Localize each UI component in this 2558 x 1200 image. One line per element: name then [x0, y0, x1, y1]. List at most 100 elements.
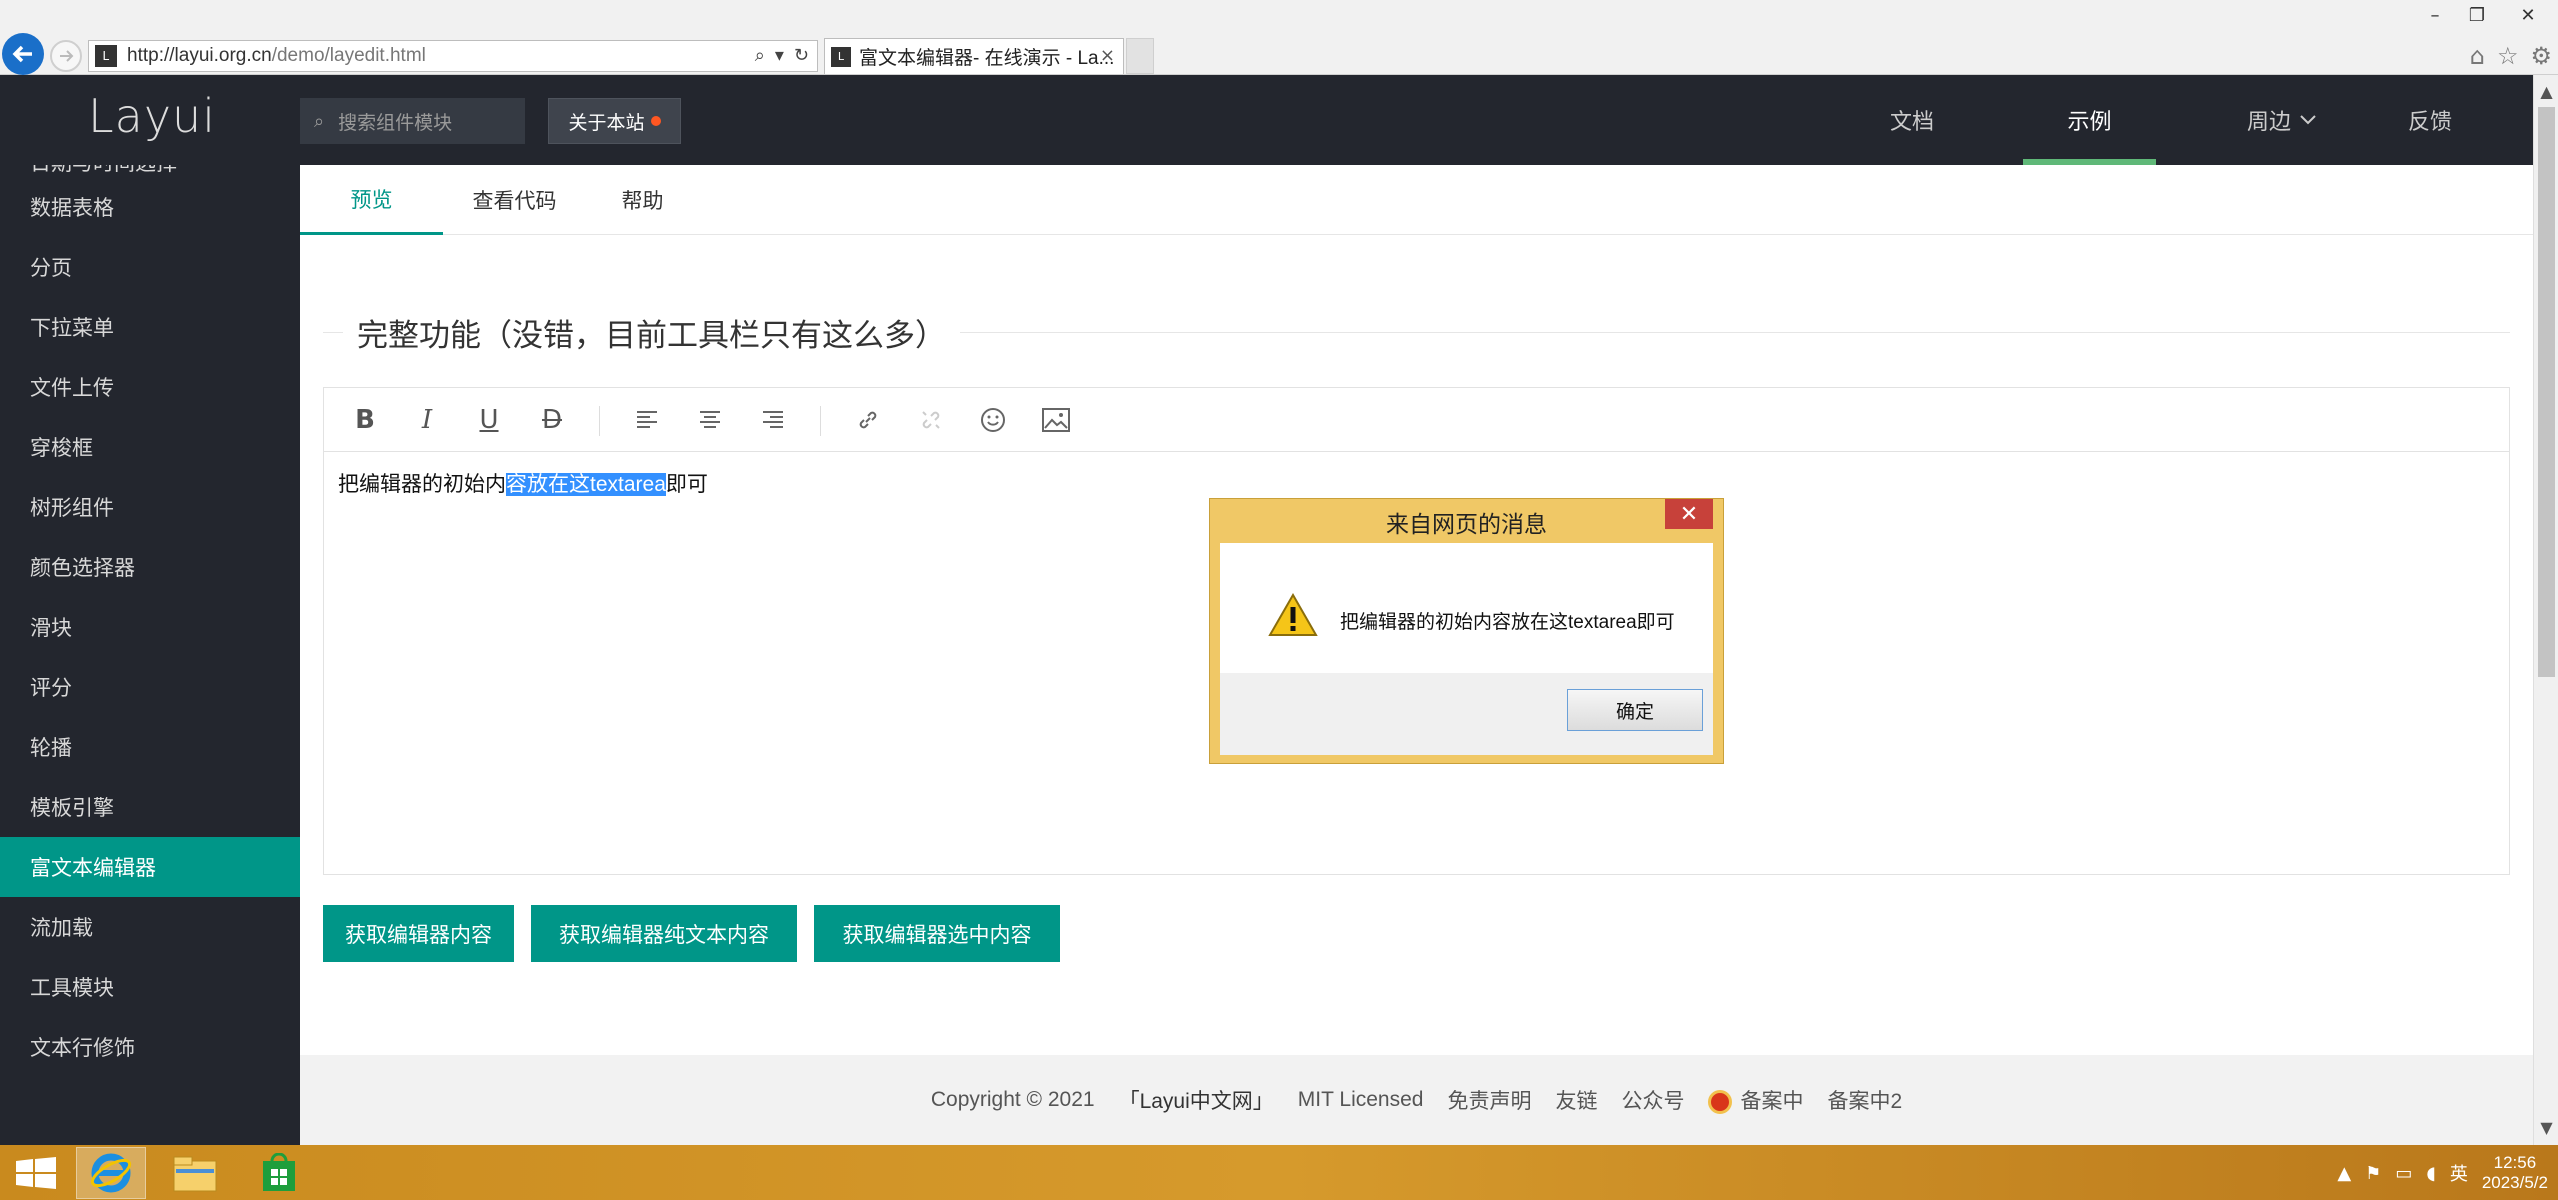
sidebar-item-label: 轮播	[30, 736, 72, 760]
tab-title: 富文本编辑器- 在线演示 - La...	[859, 48, 1115, 69]
sidebar-item-partial[interactable]: 日期与时间选择	[0, 165, 300, 177]
minimize-icon[interactable]: –	[2414, 0, 2456, 30]
icp-link-2[interactable]: 备案中2	[1827, 1085, 1902, 1115]
new-tab-button[interactable]	[1126, 38, 1154, 74]
sidebar-item-colorpicker[interactable]: 颜色选择器	[0, 537, 300, 597]
align-left-icon[interactable]	[630, 404, 664, 436]
page-scrollbar[interactable]: ▲ ▼	[2533, 75, 2558, 1145]
strikethrough-icon[interactable]: D	[535, 404, 569, 436]
nav-feedback[interactable]: 反馈	[2380, 75, 2480, 165]
image-icon[interactable]	[1039, 404, 1073, 436]
copyright-text: Copyright © 2021	[930, 1088, 1095, 1111]
sidebar-item-label: 树形组件	[30, 496, 114, 520]
refresh-icon[interactable]: ↻	[794, 45, 809, 66]
dialog-title: 来自网页的消息	[1386, 512, 1547, 538]
sidebar-item-dropdown[interactable]: 下拉菜单	[0, 297, 300, 357]
clock[interactable]: 12:56 2023/5/2	[2482, 1153, 2548, 1193]
sidebar-item-label: 模板引擎	[30, 796, 114, 820]
section-legend: 完整功能（没错，目前工具栏只有这么多）	[323, 310, 2510, 356]
ok-button[interactable]: 确定	[1567, 689, 1703, 731]
tray-expand-icon[interactable]: ▲	[2337, 1163, 2351, 1184]
editor-text: 即可	[665, 473, 708, 496]
disclaimer-link[interactable]: 免责声明	[1447, 1085, 1531, 1115]
emoji-icon[interactable]	[976, 404, 1010, 436]
sidebar-item-label: 评分	[30, 676, 72, 700]
italic-icon[interactable]: I	[410, 404, 444, 436]
taskbar-ie-icon[interactable]	[76, 1147, 146, 1199]
get-content-button[interactable]: 获取编辑器内容	[323, 905, 514, 962]
sidebar-item-upload[interactable]: 文件上传	[0, 357, 300, 417]
volume-icon[interactable]: ◖	[2426, 1163, 2435, 1184]
link-icon[interactable]	[851, 404, 885, 436]
unlink-icon[interactable]	[914, 404, 948, 436]
address-url[interactable]: http://layui.org.cn/demo/layedit.html	[127, 45, 426, 67]
dialog-footer: 确定	[1220, 673, 1713, 755]
url-path: /demo/layedit.html	[271, 45, 426, 66]
tab-preview[interactable]: 预览	[300, 165, 443, 235]
sidebar-item-transfer[interactable]: 穿梭框	[0, 417, 300, 477]
wechat-link[interactable]: 公众号	[1621, 1085, 1684, 1115]
get-selection-label: 获取编辑器选中内容	[842, 922, 1032, 947]
sidebar-item-label: 富文本编辑器	[30, 856, 156, 880]
dropdown-icon[interactable]: ▾	[775, 45, 784, 66]
favorites-star-icon[interactable]: ☆	[2497, 42, 2519, 70]
nav-docs[interactable]: 文档	[1860, 75, 1964, 165]
browser-tab[interactable]: L 富文本编辑器- 在线演示 - La... ×	[824, 38, 1124, 74]
top-nav: 文档 示例 周边 反馈	[0, 75, 2533, 165]
taskbar-store-icon[interactable]	[244, 1147, 314, 1199]
home-icon[interactable]: ⌂	[2470, 42, 2485, 70]
sidebar-item-slider[interactable]: 滑块	[0, 597, 300, 657]
tab-view-code[interactable]: 查看代码	[443, 165, 586, 235]
icp-link[interactable]: 备案中	[1708, 1085, 1803, 1115]
get-selection-button[interactable]: 获取编辑器选中内容	[814, 905, 1060, 962]
restore-icon[interactable]: ❐	[2456, 0, 2498, 30]
browser-chrome: L http://layui.org.cn/demo/layedit.html …	[0, 0, 2558, 75]
ime-indicator[interactable]: 英	[2450, 1160, 2468, 1186]
settings-gear-icon[interactable]: ⚙	[2530, 42, 2552, 70]
nav-around[interactable]: 周边	[2222, 75, 2342, 165]
align-center-icon[interactable]	[693, 404, 727, 436]
close-window-icon[interactable]: ✕	[2498, 0, 2558, 30]
back-button[interactable]	[2, 33, 44, 75]
align-right-icon[interactable]	[756, 404, 790, 436]
footer-brand-link[interactable]: 「Layui中文网」	[1119, 1085, 1274, 1115]
windows-start-icon[interactable]	[14, 1157, 58, 1193]
get-content-label: 获取编辑器内容	[345, 922, 492, 947]
get-text-button[interactable]: 获取编辑器纯文本内容	[531, 905, 797, 962]
sidebar-item-code[interactable]: 文本行修饰	[0, 1017, 300, 1077]
warning-icon	[1268, 593, 1318, 636]
sidebar: 日期与时间选择 数据表格 分页 下拉菜单 文件上传 穿梭框 树形组件 颜色选择器…	[0, 165, 300, 1145]
dialog-close-icon[interactable]: ✕	[1665, 499, 1713, 529]
system-tray: ▲ ⚑ ▭ ◖ 英 12:56 2023/5/2	[2337, 1151, 2548, 1195]
tab-close-icon[interactable]: ×	[1100, 45, 1115, 66]
sidebar-item-datatable[interactable]: 数据表格	[0, 177, 300, 237]
search-icon[interactable]: ⌕	[755, 45, 765, 66]
sidebar-item-rate[interactable]: 评分	[0, 657, 300, 717]
scroll-down-icon[interactable]: ▼	[2534, 1115, 2558, 1141]
sidebar-item-partial-label: 日期与时间选择	[0, 165, 300, 177]
window-controls: – ❐ ✕	[2414, 0, 2558, 30]
toolbar-divider	[599, 406, 600, 436]
address-bar[interactable]: L http://layui.org.cn/demo/layedit.html …	[88, 40, 818, 72]
sidebar-item-pagination[interactable]: 分页	[0, 237, 300, 297]
flag-icon[interactable]: ⚑	[2365, 1163, 2381, 1184]
sidebar-item-flow[interactable]: 流加载	[0, 897, 300, 957]
network-icon[interactable]: ▭	[2395, 1163, 2412, 1184]
content-tabs: 预览 查看代码 帮助	[300, 165, 2533, 235]
sidebar-item-label: 流加载	[30, 916, 93, 940]
sidebar-item-layedit[interactable]: 富文本编辑器	[0, 837, 300, 897]
editor-selected-text: 容放在这textarea	[506, 473, 666, 496]
sidebar-item-carousel[interactable]: 轮播	[0, 717, 300, 777]
sidebar-item-template[interactable]: 模板引擎	[0, 777, 300, 837]
bold-icon[interactable]: B	[348, 404, 382, 436]
sidebar-item-tree[interactable]: 树形组件	[0, 477, 300, 537]
friends-link[interactable]: 友链	[1555, 1085, 1597, 1115]
nav-examples[interactable]: 示例	[2023, 75, 2156, 165]
scroll-up-icon[interactable]: ▲	[2534, 79, 2558, 105]
sidebar-item-util[interactable]: 工具模块	[0, 957, 300, 1017]
underline-icon[interactable]: U	[472, 404, 506, 436]
tab-help[interactable]: 帮助	[586, 165, 699, 235]
scrollbar-thumb[interactable]	[2538, 107, 2555, 677]
taskbar-explorer-icon[interactable]	[160, 1147, 230, 1199]
forward-button[interactable]	[50, 40, 82, 72]
